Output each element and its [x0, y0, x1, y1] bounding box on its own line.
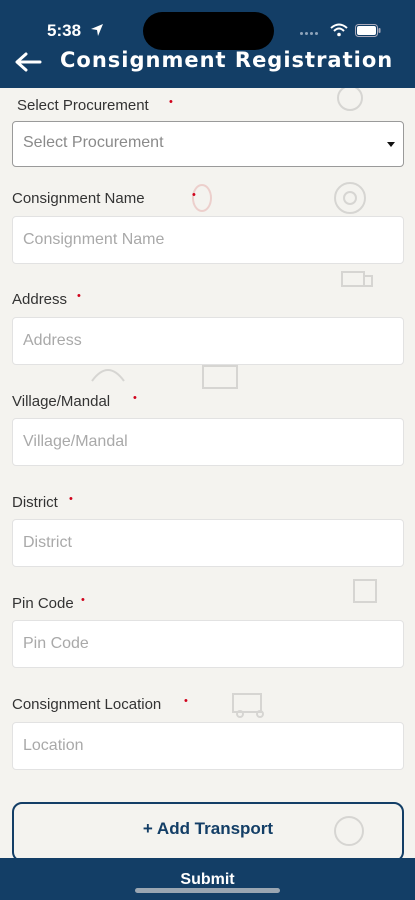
- form-content[interactable]: Select Procurement • Select Procurement …: [0, 88, 415, 858]
- signal-icon: [300, 32, 318, 35]
- required-mark: •: [192, 189, 196, 201]
- address-label-text: Address: [12, 291, 68, 308]
- caret-down-icon: [387, 142, 395, 147]
- village-mandal-input[interactable]: [12, 418, 404, 466]
- home-indicator: [135, 888, 280, 893]
- submit-button[interactable]: Submit: [0, 858, 415, 900]
- district-label-text: District: [12, 494, 58, 511]
- district-input[interactable]: [12, 519, 404, 567]
- village-mandal-label-text: Village/Mandal: [12, 393, 111, 410]
- required-mark: •: [133, 392, 137, 404]
- wifi-icon: [330, 23, 348, 37]
- background-doodle-icon: [341, 271, 373, 287]
- consignment-name-label-text: Consignment Name: [12, 190, 145, 207]
- village-mandal-label: Village/Mandal •: [12, 392, 137, 410]
- page-title: Consignment Registration: [60, 48, 394, 72]
- background-doodle-icon: [232, 693, 264, 718]
- back-arrow-icon[interactable]: [14, 51, 42, 73]
- consignment-location-label: Consignment Location •: [12, 695, 188, 713]
- consignment-name-label: Consignment Name •: [12, 189, 196, 207]
- address-input[interactable]: [12, 317, 404, 365]
- camera-notch: [143, 12, 274, 50]
- required-mark: •: [77, 290, 81, 302]
- procurement-select[interactable]: Select Procurement: [12, 121, 404, 167]
- procurement-label: Select Procurement •: [17, 96, 173, 114]
- required-mark: •: [184, 695, 188, 707]
- app-header: 5:38 Consignment Registration: [0, 0, 415, 88]
- background-doodle-icon: [353, 579, 377, 603]
- pin-code-label-text: Pin Code: [12, 595, 74, 612]
- background-doodle-icon: [337, 88, 363, 111]
- address-label: Address •: [12, 290, 81, 308]
- add-transport-button[interactable]: + Add Transport: [12, 802, 404, 858]
- procurement-selected-value: Select Procurement: [23, 134, 164, 151]
- pin-code-input[interactable]: [12, 620, 404, 668]
- district-label: District •: [12, 493, 73, 511]
- required-mark: •: [169, 96, 173, 108]
- background-doodle-icon: [202, 365, 238, 389]
- consignment-name-input[interactable]: [12, 216, 404, 264]
- battery-icon: [355, 24, 381, 37]
- location-input[interactable]: [12, 722, 404, 770]
- required-mark: •: [69, 493, 73, 505]
- required-mark: •: [81, 594, 85, 606]
- consignment-location-label-text: Consignment Location: [12, 696, 162, 713]
- pin-code-label: Pin Code •: [12, 594, 85, 612]
- procurement-label-text: Select Procurement: [17, 97, 149, 114]
- background-doodle-icon: [334, 182, 366, 214]
- background-doodle-icon: [91, 369, 125, 382]
- status-time: 5:38: [47, 21, 82, 40]
- location-arrow-icon: [91, 24, 103, 36]
